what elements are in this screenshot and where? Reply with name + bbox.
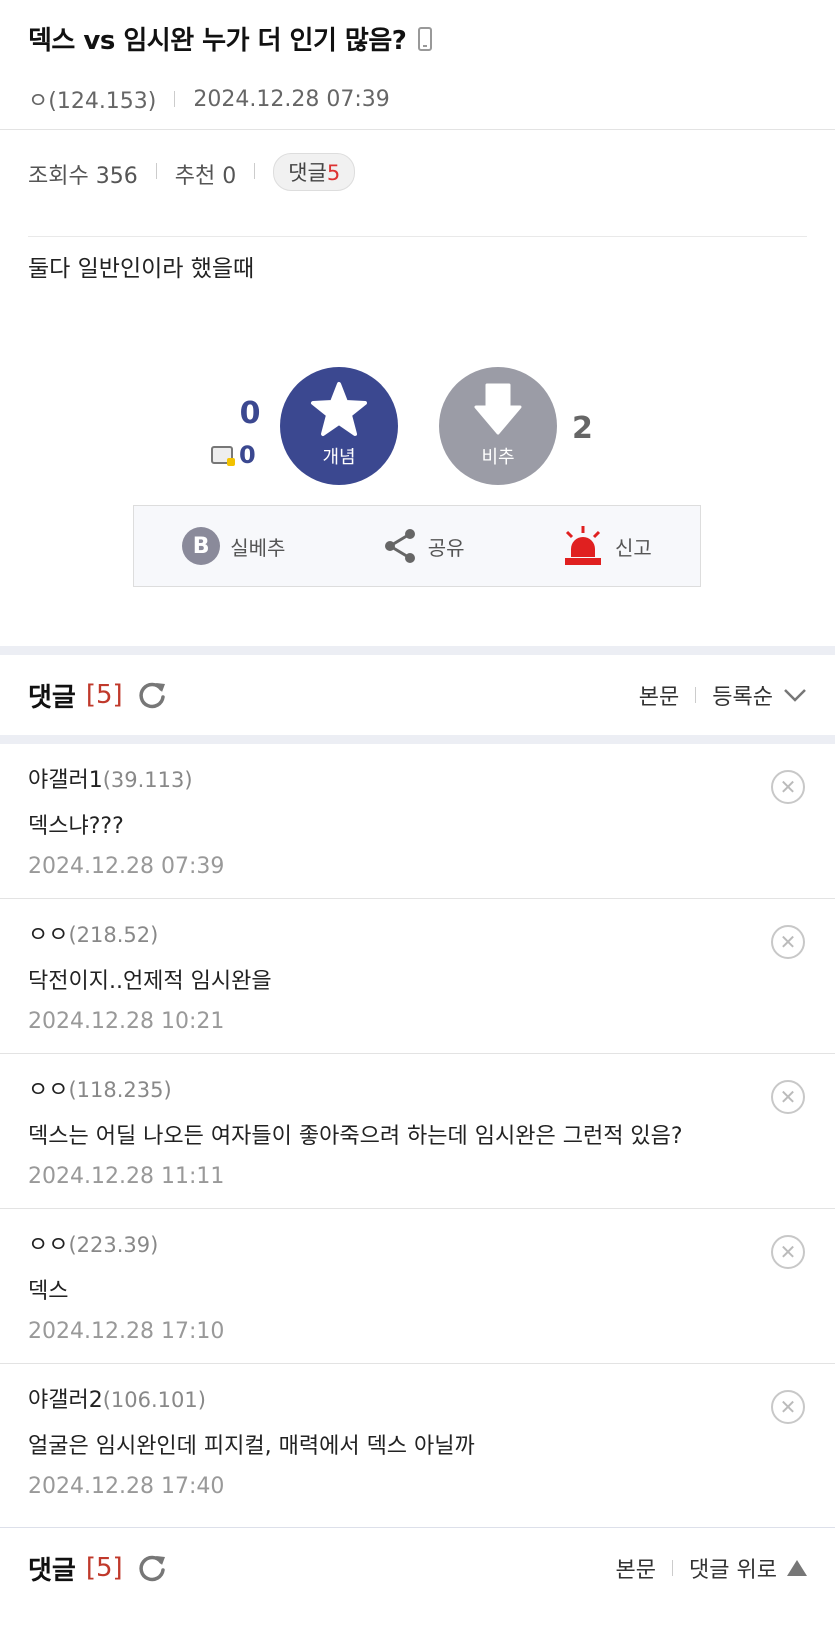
divider bbox=[672, 1560, 674, 1576]
fixed-upvote-value: 0 bbox=[239, 441, 256, 469]
post-date: 2024.12.28 07:39 bbox=[193, 86, 390, 112]
delete-icon[interactable]: ✕ bbox=[771, 1080, 805, 1114]
comment-author-line: 야갤러1(39.113) bbox=[28, 762, 807, 794]
downvote-button[interactable]: 비추 bbox=[439, 367, 557, 485]
comment-title-label: 댓글 bbox=[28, 682, 76, 713]
report-label: 신고 bbox=[614, 535, 652, 560]
comment-author-line: ㅇㅇ(223.39) bbox=[28, 1227, 807, 1259]
comment-item: ㅇㅇ(218.52) 닥전이지..언제적 임시완을 2024.12.28 10:… bbox=[0, 899, 835, 1054]
fixed-nick-icon bbox=[211, 446, 235, 466]
footer-comment-label: 댓글 bbox=[28, 1555, 76, 1586]
view-count: 조회수 356 bbox=[28, 164, 138, 189]
comment-list: 야갤러1(39.113) 덱스냐??? 2024.12.28 07:39 ✕ ㅇ… bbox=[0, 744, 835, 1519]
divider bbox=[174, 91, 176, 107]
comment-author[interactable]: ㅇㅇ bbox=[28, 1233, 68, 1258]
footer-body-link[interactable]: 본문 bbox=[616, 1552, 656, 1584]
comment-date: 2024.12.28 07:39 bbox=[28, 854, 225, 879]
refresh-icon[interactable] bbox=[137, 1553, 167, 1583]
scroll-to-comments-link[interactable]: 댓글 위로 bbox=[689, 1552, 777, 1584]
comment-author[interactable]: ㅇㅇ bbox=[28, 923, 68, 948]
comment-count-button[interactable]: 댓글5 bbox=[273, 153, 356, 191]
comment-text: 덱스냐??? bbox=[28, 814, 124, 839]
sort-label: 등록순 bbox=[712, 685, 773, 710]
delete-icon[interactable]: ✕ bbox=[771, 1390, 805, 1424]
footer-comment-title: 댓글 [5] bbox=[28, 1550, 167, 1587]
comment-text: 덱스 bbox=[28, 1279, 69, 1304]
body-link[interactable]: 본문 bbox=[639, 679, 679, 711]
post-body: 둘다 일반인이라 했을때 bbox=[28, 256, 255, 282]
comment-item: ㅇㅇ(118.235) 덱스는 어딜 나오든 여자들이 좋아죽으려 하는데 임시… bbox=[0, 1054, 835, 1209]
comment-author-line: ㅇㅇ(218.52) bbox=[28, 917, 807, 949]
downvote-count: 2 bbox=[572, 411, 593, 446]
post-actions: B 실베추 공유 신고 bbox=[133, 505, 701, 587]
mobile-icon bbox=[418, 26, 433, 51]
comment-author-line: ㅇㅇ(118.235) bbox=[28, 1072, 807, 1104]
comment-footer: 댓글 [5] 본문 댓글 위로 bbox=[0, 1528, 835, 1608]
sort-select[interactable]: 등록순 bbox=[712, 679, 773, 711]
comment-tools: 본문 등록순 bbox=[639, 679, 807, 711]
comment-footer-bar: 댓글 [5] 본문 댓글 위로 bbox=[0, 1527, 835, 1632]
post-header: 덱스 vs 임시완 누가 더 인기 많음? ㅇ(124.153) 2024.12… bbox=[0, 0, 835, 130]
section-divider bbox=[0, 735, 835, 744]
divider bbox=[254, 163, 256, 179]
comment-author[interactable]: ㅇㅇ bbox=[28, 1078, 68, 1103]
delete-icon[interactable]: ✕ bbox=[771, 925, 805, 959]
delete-icon[interactable]: ✕ bbox=[771, 770, 805, 804]
comment-title-count: [5] bbox=[85, 680, 123, 710]
upvote-count: 0 bbox=[239, 396, 261, 431]
comment-ip: (218.52) bbox=[68, 923, 159, 947]
best-recommend-label: 실베추 bbox=[230, 535, 286, 560]
comment-date: 2024.12.28 11:11 bbox=[28, 1164, 225, 1189]
siren-icon bbox=[564, 526, 601, 565]
comment-title: 댓글 [5] bbox=[28, 677, 167, 714]
comment-author[interactable]: 야갤러1 bbox=[28, 768, 103, 793]
fixed-upvote-count: 0 bbox=[211, 441, 256, 469]
upvote-button[interactable]: 개념 bbox=[280, 367, 398, 485]
comment-date: 2024.12.28 10:21 bbox=[28, 1009, 225, 1034]
comment-ip: (118.235) bbox=[68, 1078, 172, 1102]
refresh-icon[interactable] bbox=[137, 680, 167, 710]
best-recommend-button[interactable]: B 실베추 bbox=[182, 527, 285, 565]
comment-author[interactable]: 야갤러2 bbox=[28, 1388, 103, 1413]
vote-area: 0 0 개념 비추 2 bbox=[0, 367, 835, 497]
comment-pill-label: 댓글 bbox=[288, 161, 327, 185]
divider bbox=[695, 687, 697, 703]
delete-icon[interactable]: ✕ bbox=[771, 1235, 805, 1269]
comment-text: 얼굴은 임시완인데 피지컬, 매력에서 덱스 아닐까 bbox=[28, 1434, 475, 1459]
comment-item: ㅇㅇ(223.39) 덱스 2024.12.28 17:10 ✕ bbox=[0, 1209, 835, 1364]
post-meta: ㅇ(124.153) 2024.12.28 07:39 bbox=[28, 83, 807, 115]
footer-tools: 본문 댓글 위로 bbox=[616, 1552, 807, 1584]
comment-author-line: 야갤러2(106.101) bbox=[28, 1382, 807, 1414]
share-label: 공유 bbox=[427, 535, 465, 560]
comment-item: 야갤러1(39.113) 덱스냐??? 2024.12.28 07:39 ✕ bbox=[0, 744, 835, 899]
downvote-label: 비추 bbox=[481, 447, 515, 468]
upvote-label: 개념 bbox=[322, 447, 356, 468]
chevron-down-icon[interactable] bbox=[783, 688, 807, 702]
post-stats: 조회수 356 추천 0 댓글5 bbox=[0, 130, 835, 236]
divider bbox=[155, 163, 157, 179]
comment-date: 2024.12.28 17:10 bbox=[28, 1319, 225, 1344]
recommend-count: 추천 0 bbox=[174, 164, 237, 189]
comment-pill-count: 5 bbox=[326, 161, 341, 185]
post-title: 덱스 vs 임시완 누가 더 인기 많음? bbox=[28, 26, 407, 56]
arrow-down-icon bbox=[474, 383, 522, 435]
triangle-up-icon[interactable] bbox=[787, 1560, 807, 1576]
footer-comment-count: [5] bbox=[85, 1553, 123, 1583]
comment-ip: (106.101) bbox=[102, 1388, 206, 1412]
comment-text: 닥전이지..언제적 임시완을 bbox=[28, 969, 272, 994]
section-divider bbox=[0, 646, 835, 655]
comment-text: 덱스는 어딜 나오든 여자들이 좋아죽으려 하는데 임시완은 그런적 있음? bbox=[28, 1124, 683, 1149]
comment-ip: (39.113) bbox=[102, 768, 193, 792]
comment-header: 댓글 [5] 본문 등록순 bbox=[0, 655, 835, 735]
comment-item: 야갤러2(106.101) 얼굴은 임시완인데 피지컬, 매력에서 덱스 아닐까… bbox=[0, 1364, 835, 1519]
report-button[interactable]: 신고 bbox=[561, 525, 652, 567]
share-icon bbox=[384, 529, 415, 563]
share-button[interactable]: 공유 bbox=[382, 527, 465, 565]
star-icon bbox=[311, 382, 367, 436]
post-title-row: 덱스 vs 임시완 누가 더 인기 많음? bbox=[28, 20, 807, 57]
comment-date: 2024.12.28 17:40 bbox=[28, 1474, 225, 1499]
b-badge-icon: B bbox=[182, 527, 221, 565]
comment-ip: (223.39) bbox=[68, 1233, 159, 1257]
post-author[interactable]: ㅇ(124.153) bbox=[28, 83, 156, 115]
